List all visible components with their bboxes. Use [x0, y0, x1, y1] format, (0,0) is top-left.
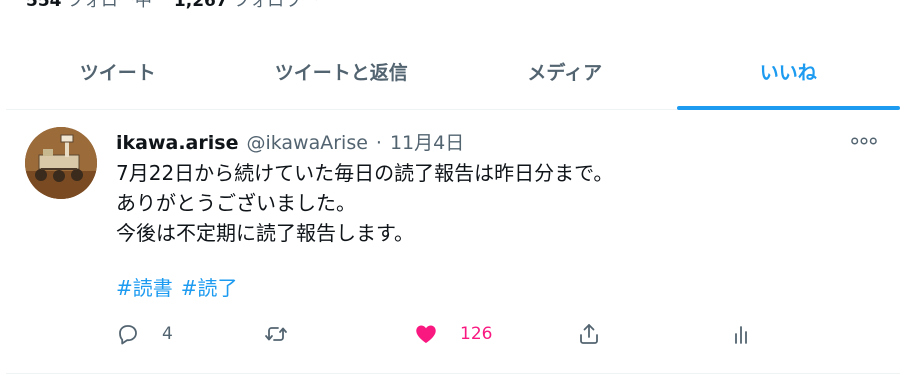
tab-media[interactable]: メディア: [453, 34, 677, 109]
tweet-text: 7月22日から続けていた毎日の読了報告は昨日分まで。 ありがとうございました。 …: [116, 158, 876, 248]
tweet-text-line: 7月22日から続けていた毎日の読了報告は昨日分まで。: [116, 161, 614, 185]
avatar[interactable]: [25, 127, 97, 199]
retweet-button[interactable]: [264, 319, 288, 349]
tab-tweets[interactable]: ツイート: [6, 34, 230, 109]
tab-tweets-and-replies[interactable]: ツイートと返信: [230, 34, 454, 109]
separator: ·: [375, 132, 382, 154]
following-stat[interactable]: 554 フォロー中: [26, 0, 152, 11]
profile-timeline: 554 フォロー中 1,267 フォロワー ツイート ツイートと返信 メディア …: [0, 0, 906, 374]
reply-count: 4: [162, 324, 173, 344]
tweet-actions: 4 126: [116, 319, 766, 349]
heart-filled-icon: [416, 325, 436, 343]
hashtag-link[interactable]: #読書: [116, 276, 173, 300]
rover-avatar-image: [25, 127, 97, 199]
active-tab-indicator: [676, 106, 900, 110]
reply-button[interactable]: 4: [116, 319, 173, 349]
follow-stats: 554 フォロー中 1,267 フォロワー: [26, 0, 318, 11]
share-icon: [580, 324, 598, 344]
profile-tabs: ツイート ツイートと返信 メディア いいね: [6, 34, 900, 110]
tweet-header: ikawa.arise @ikawaArise · 11月4日: [116, 128, 464, 154]
reply-icon: [119, 325, 137, 345]
tab-likes[interactable]: いいね: [676, 34, 900, 110]
tweet-text-line: ありがとうございました。: [116, 191, 356, 215]
like-button[interactable]: 126: [414, 319, 492, 349]
tweet-date[interactable]: 11月4日: [390, 128, 464, 155]
hashtag-link[interactable]: #読了: [181, 276, 238, 300]
tweet-text-line: 今後は不定期に読了報告します。: [116, 221, 414, 245]
user-handle[interactable]: @ikawaArise: [246, 132, 367, 154]
more-button[interactable]: [850, 128, 878, 154]
hashtags: #読書 #読了: [116, 273, 246, 303]
share-button[interactable]: [577, 319, 601, 349]
tweet[interactable]: ikawa.arise @ikawaArise · 11月4日 7月22日から続…: [6, 111, 900, 374]
analytics-button[interactable]: [730, 319, 754, 349]
followers-stat[interactable]: 1,267 フォロワー: [174, 0, 318, 11]
like-count: 126: [460, 324, 493, 344]
display-name[interactable]: ikawa.arise: [116, 132, 238, 154]
retweet-icon: [265, 327, 287, 341]
analytics-icon: [735, 326, 747, 344]
more-horizontal-icon: [851, 137, 877, 145]
